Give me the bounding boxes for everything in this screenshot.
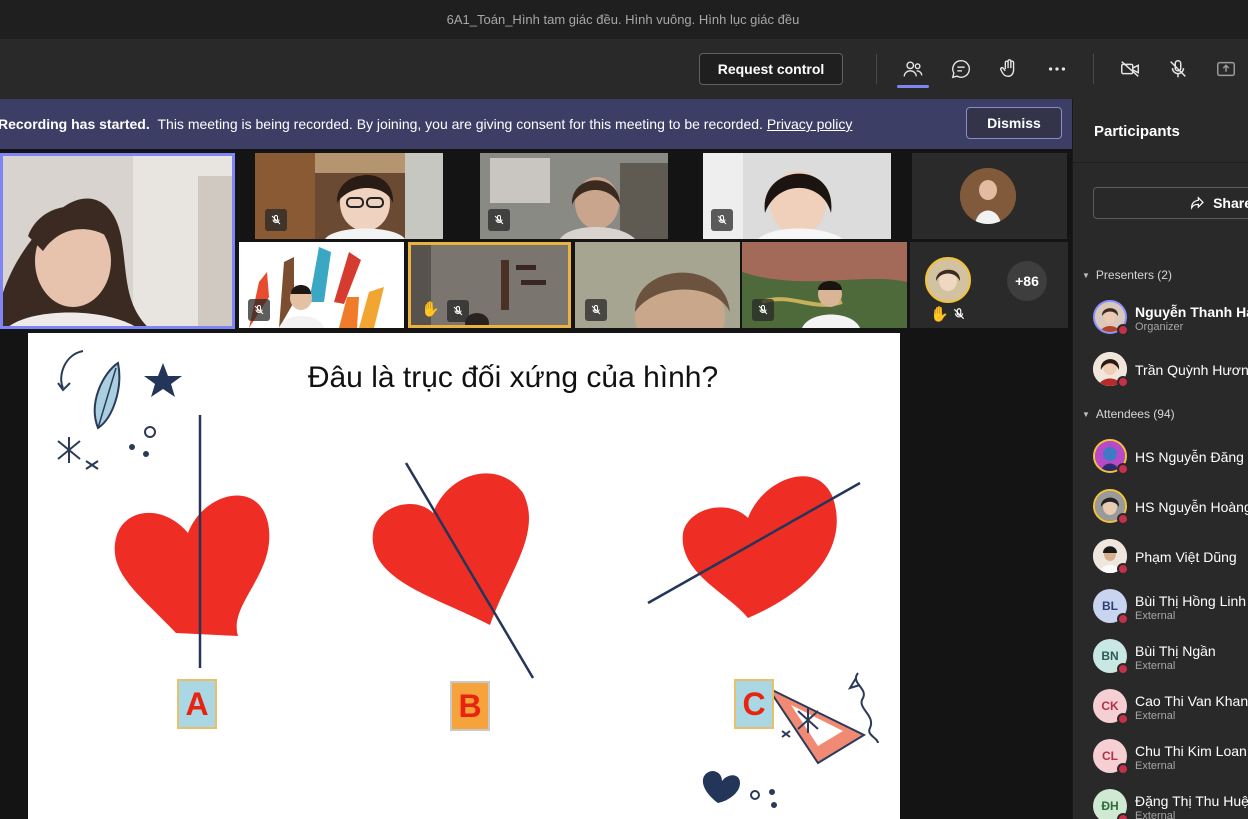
status-badge [1117,463,1129,475]
participant-name: Đặng Thị Thu Huệ [1135,793,1248,809]
mic-off-icon [488,209,510,231]
participant-role: Organizer [1135,321,1184,333]
video-tile-presenter[interactable] [0,153,235,329]
participant-name: Bùi Thị Ngần [1135,643,1216,659]
share-label: Share [1213,195,1248,211]
toolbar-divider [1093,54,1094,84]
option-c-label: C [734,679,774,729]
video-tile-student[interactable] [575,242,740,328]
participant-role: External [1135,660,1176,672]
status-badge [1117,763,1129,775]
attendees-section-header[interactable]: ▼ Attendees (94) [1082,407,1175,421]
status-badge [1117,563,1129,575]
banner-message: This meeting is being recorded. By joini… [157,116,763,132]
participant-role: External [1135,810,1176,819]
participant-row[interactable]: ĐH Đặng Thị Thu Huệ External [1091,787,1248,819]
status-badge [1117,713,1129,725]
participant-row[interactable]: BL Bùi Thị Hồng Linh External [1091,587,1248,627]
mic-off-icon [585,299,607,321]
share-icon [1191,196,1204,210]
participant-name: Bùi Thị Hồng Linh [1135,593,1247,609]
teams-meeting-window: 6A1_Toán_Hình tam giác đều. Hình vuông. … [0,0,1248,819]
mic-off-icon [447,300,469,322]
chat-icon[interactable] [946,54,976,84]
raise-hand-icon[interactable] [994,54,1024,84]
shared-slide: Đâu là trục đối xứng của hình? A B C [28,333,900,819]
participant-row[interactable]: Phạm Việt Dũng [1091,537,1248,577]
request-control-button[interactable]: Request control [699,53,843,85]
participant-row[interactable]: BN Bùi Thị Ngần External [1091,637,1248,677]
video-tile-student[interactable] [239,242,404,328]
presenters-section-header[interactable]: ▼ Presenters (2) [1082,268,1172,282]
mic-off-icon [752,299,774,321]
status-badge [1117,613,1129,625]
chevron-down-icon: ▼ [1082,409,1090,419]
video-tile-student[interactable] [703,153,891,239]
meeting-title: 6A1_Toán_Hình tam giác đều. Hình vuông. … [446,12,800,27]
video-tile-student[interactable] [742,242,907,328]
participant-row[interactable]: Nguyễn Thanh Hả Organizer [1091,298,1248,338]
participant-name: HS Nguyễn Hoàng [1135,499,1248,515]
mic-off-icon [711,209,733,231]
participant-row[interactable]: HS Nguyễn Đăng N [1091,437,1248,477]
more-icon[interactable] [1042,54,1072,84]
participant-row[interactable]: Trần Quỳnh Hương [1091,350,1248,390]
panel-divider [1073,162,1248,163]
participant-role: External [1135,760,1176,772]
presenter-video [3,156,232,326]
recording-banner: Recording has started. This meeting is b… [0,99,1072,149]
option-b-label: B [450,681,490,731]
banner-text: Recording has started. This meeting is b… [0,116,852,132]
slide-graphics [57,350,879,808]
active-tab-indicator [897,85,929,88]
status-badge [1117,813,1129,819]
attendees-header-label: Attendees (94) [1095,407,1175,421]
title-bar: 6A1_Toán_Hình tam giác đều. Hình vuông. … [0,0,1248,40]
mic-off-icon [265,209,287,231]
share-invite-button[interactable]: Share [1093,187,1248,219]
people-icon[interactable] [898,54,928,84]
participant-row[interactable]: CL Chu Thi Kim Loan External [1091,737,1248,777]
mic-off-icon [952,307,966,321]
raised-hand-icon: ✋ [421,301,440,318]
overflow-participants-button[interactable]: +86 [1007,261,1047,301]
video-tile-student[interactable] [255,153,443,239]
participants-panel: Participants Share ▼ Presenters (2) Nguy… [1072,99,1248,819]
participant-name: Chu Thi Kim Loan [1135,743,1247,759]
video-tile-student-hand-raised[interactable]: ✋ [408,242,571,328]
panel-title: Participants [1094,123,1180,140]
participant-name: Cao Thi Van Khanh [1135,693,1248,709]
camera-off-icon[interactable] [1115,54,1145,84]
share-tray-icon[interactable] [1211,54,1241,84]
raised-hand-icon: ✋ [930,306,949,323]
participant-role: External [1135,610,1176,622]
mic-off-icon[interactable] [1163,54,1193,84]
status-badge [1117,513,1129,525]
avatar [960,168,1016,224]
option-a-label: A [177,679,217,729]
video-tile-student[interactable] [480,153,668,239]
participant-role: External [1135,710,1176,722]
status-badge [1117,376,1129,388]
participant-row[interactable]: CK Cao Thi Van Khanh External [1091,687,1248,727]
privacy-policy-link[interactable]: Privacy policy [767,116,853,132]
participant-row[interactable]: HS Nguyễn Hoàng [1091,487,1248,527]
meeting-toolbar: Request control [0,40,1248,99]
participant-name: HS Nguyễn Đăng N [1135,449,1248,465]
mic-off-icon [248,299,270,321]
video-tile-avatar[interactable] [912,153,1067,239]
participant-name: Trần Quỳnh Hương [1135,362,1248,378]
slide-title: Đâu là trục đối xứng của hình? [307,361,719,394]
chevron-down-icon: ▼ [1082,270,1090,280]
toolbar-divider [876,54,877,84]
presenters-header-label: Presenters (2) [1095,268,1172,282]
status-badge [1117,663,1129,675]
banner-title: Recording has started. [0,116,150,132]
participant-name: Nguyễn Thanh Hả [1135,304,1248,320]
avatar [925,257,971,303]
status-badge [1117,324,1129,336]
video-tile-avatar[interactable]: ✋ +86 [910,242,1068,328]
dismiss-button[interactable]: Dismiss [966,107,1062,139]
participant-name: Phạm Việt Dũng [1135,549,1237,565]
